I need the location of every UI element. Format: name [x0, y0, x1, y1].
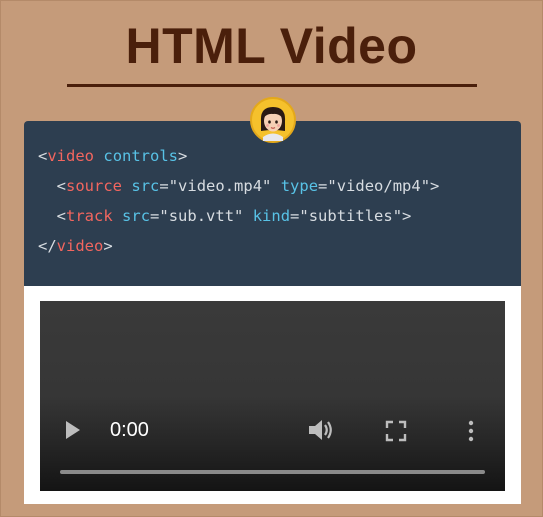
code-line: <track src="sub.vtt" kind="subtitles">: [38, 207, 412, 225]
code-value: "subtitles": [299, 207, 403, 225]
woman-face-icon: [250, 97, 296, 143]
code-close-bracket: >: [103, 237, 113, 255]
code-attribute: controls: [103, 147, 179, 165]
code-attribute: kind: [252, 207, 291, 225]
more-options-icon[interactable]: [466, 419, 476, 443]
page-title: HTML Video: [125, 18, 418, 74]
code-line: <source src="video.mp4" type="video/mp4"…: [38, 177, 440, 195]
code-attribute: type: [280, 177, 319, 195]
code-open-bracket: <: [56, 177, 67, 195]
code-close-bracket: >: [178, 147, 188, 165]
code-close-bracket: >: [430, 177, 440, 195]
code-line: <video controls>: [38, 147, 187, 165]
code-tag: video: [56, 237, 104, 255]
code-value: "video.mp4": [168, 177, 272, 195]
code-snippet-panel: <video controls> <source src="video.mp4"…: [24, 121, 521, 286]
code-attribute: src: [122, 207, 151, 225]
progress-bar[interactable]: [60, 470, 485, 474]
code-line: </video>: [38, 237, 113, 255]
video-card: 0:00: [24, 286, 521, 504]
code-tag: source: [66, 177, 123, 195]
code-value: "sub.vtt": [159, 207, 244, 225]
code-value: "video/mp4": [327, 177, 431, 195]
code-open-bracket: <: [56, 207, 67, 225]
title-underline: [67, 84, 477, 87]
video-player[interactable]: 0:00: [40, 301, 505, 491]
current-time: 0:00: [110, 419, 149, 441]
code-close-bracket: >: [402, 207, 412, 225]
code-open-bracket: <: [38, 147, 48, 165]
volume-icon[interactable]: [307, 417, 335, 443]
play-icon[interactable]: [63, 419, 83, 441]
fullscreen-icon[interactable]: [385, 420, 407, 442]
code-tag: track: [66, 207, 113, 225]
code-attribute: src: [131, 177, 160, 195]
code-tag: video: [47, 147, 95, 165]
code-open-bracket: </: [38, 237, 57, 255]
